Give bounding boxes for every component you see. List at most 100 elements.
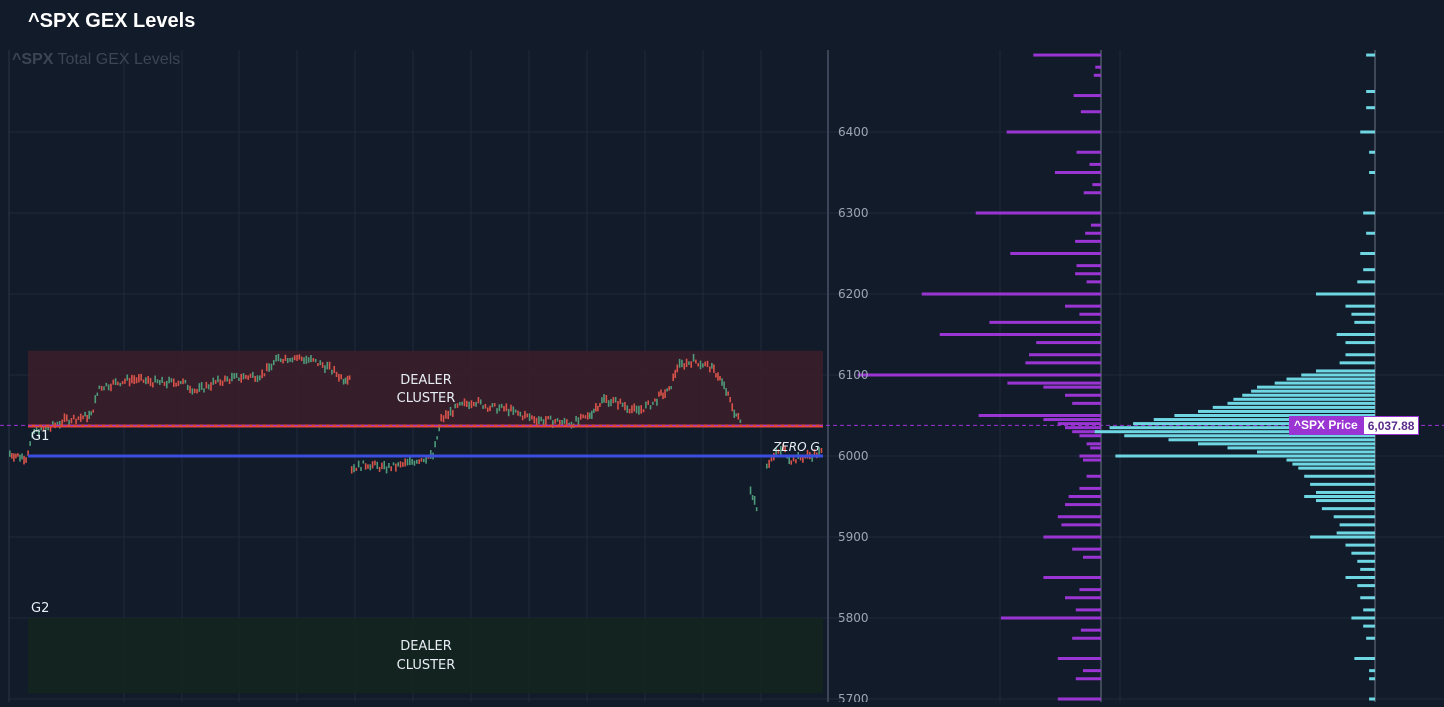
price-candle [442,415,445,423]
price-candle [353,464,355,473]
price-candle [121,381,124,385]
positive-gex-bar [1345,353,1375,357]
positive-gex-bar [1286,377,1375,381]
price-candle [298,354,301,360]
positive-gex-bar [1198,409,1375,413]
negative-gex-bar [1054,171,1101,174]
negative-gex-bar [1095,65,1101,69]
price-candle [672,373,675,382]
price-candle [584,415,587,419]
price-candle [233,373,236,379]
price-candle [498,404,501,412]
price-candle [63,413,66,422]
positive-gex-bar [1351,312,1375,316]
negative-gex-bar [1079,486,1101,490]
negative-gex-bars [857,50,1102,702]
positive-gex-bar [1292,462,1375,466]
price-candle [545,416,547,425]
price-candle [378,466,381,472]
positive-gex-bar [1339,523,1375,527]
negative-gex-bar [1057,422,1101,426]
price-candle [319,360,322,366]
positive-gex-bar [1351,616,1375,620]
price-candle [434,441,436,448]
negative-gex-bar [1065,596,1101,600]
price-candle [331,369,333,375]
price-candle [84,411,86,417]
positive-gex-bar [1345,576,1375,579]
price-candle [145,377,147,385]
price-candle [575,415,577,422]
price-candle [582,414,584,419]
price-candle [291,357,294,363]
price-candle [259,375,261,381]
negative-gex-bar [857,373,1101,377]
positive-gex-bar [1286,458,1375,462]
price-candle [161,376,163,383]
negative-gex-bar [1025,361,1101,365]
price-candle [612,397,615,404]
price-candle [282,358,284,364]
price-candle [588,412,591,419]
price-candle [275,354,277,362]
positive-gex-bar [1369,171,1375,174]
gex-chart[interactable]: 5700 5800 5900 6000 6100 6200 6300 6400 G1 G2 Z… [0,0,1444,706]
positive-gex-bar [1316,369,1375,373]
price-candle [212,377,215,385]
price-candle [685,358,688,368]
price-candle [711,362,713,369]
positive-gex-bar [1369,150,1375,154]
price-candle [517,410,519,416]
price-candle [649,405,652,410]
negative-gex-bar [1075,272,1101,276]
negative-gex-bar [1083,669,1101,673]
positive-gex-bar [1298,466,1375,470]
price-candle [561,419,563,425]
price-candle [531,415,533,420]
price-candle [326,361,329,370]
price-candle [383,460,386,470]
price-candle [249,373,252,378]
price-candle [193,388,196,394]
price-candle [92,409,95,413]
watermark-text: Total GEX Levels [57,51,181,68]
price-candle [217,375,219,383]
price-candle [463,398,466,407]
price-candle [599,403,601,407]
lower-cluster-label-line1: DEALER [400,639,452,654]
price-candle [489,405,491,412]
price-candle [493,403,496,407]
positive-gex-bar [1354,657,1375,660]
price-candle [739,419,742,423]
negative-gex-bar [1010,252,1101,255]
price-candle [381,462,383,470]
positive-gex-bar [1351,551,1375,555]
price-candle [94,395,97,404]
positive-gex-bar [1369,677,1375,681]
positive-gex-bar [1366,53,1375,57]
g2-label: G2 [31,601,49,616]
upper-dealer-cluster-zone [28,350,823,427]
negative-gex-bar [1000,616,1101,620]
price-candle [131,374,133,384]
price-candle [399,461,402,468]
price-candle [114,378,117,386]
price-candle [540,416,543,422]
price-candle [704,361,706,367]
price-candle [538,416,540,425]
positive-gex-bar [1354,320,1375,324]
price-candle [284,354,287,361]
price-candle [286,357,289,364]
price-candle [719,375,721,381]
negative-gex-bar [1090,446,1101,450]
price-candle [182,378,184,385]
price-candle [374,460,376,466]
positive-gex-bar [1345,304,1375,308]
price-candle [168,376,170,384]
price-candle [172,378,175,387]
price-candle [656,398,658,406]
positive-gex-bar [1357,559,1375,563]
price-candle [420,458,423,462]
upper-cluster-label-line1: DEALER [400,373,452,388]
price-candle [350,466,353,474]
